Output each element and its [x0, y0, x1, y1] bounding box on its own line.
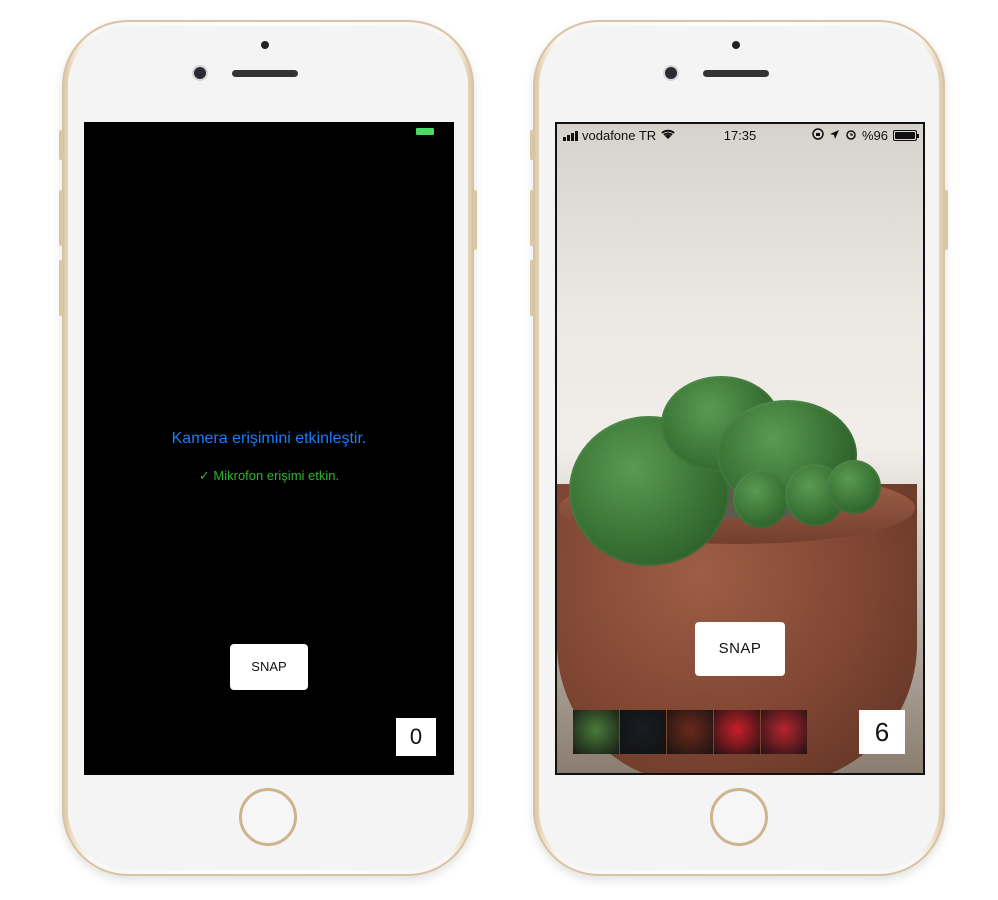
home-button[interactable] [710, 788, 768, 846]
enable-camera-link[interactable]: Kamera erişimini etkinleştir. [84, 430, 454, 448]
photo-thumbnail-turkish-flag-2[interactable] [761, 710, 807, 754]
snap-button[interactable]: SNAP [695, 622, 785, 676]
battery-percent: %96 [861, 128, 888, 143]
location-icon [829, 128, 840, 143]
volume-up-button [530, 190, 534, 246]
mute-switch [530, 130, 534, 160]
photo-thumbnail-night-light[interactable] [620, 710, 666, 754]
proximity-sensor [732, 41, 740, 49]
volume-up-button [59, 190, 63, 246]
photo-thumbnail-cactus[interactable] [573, 710, 619, 754]
snap-button[interactable]: SNAP [230, 644, 308, 690]
photo-thumbnail-turkish-flag[interactable] [714, 710, 760, 754]
cactus-small-3 [827, 460, 881, 514]
microphone-status: ✓ Mikrofon erişimi etkin. [198, 468, 340, 483]
earpiece-speaker [703, 70, 769, 77]
photo-thumbnail-tea-glass[interactable] [667, 710, 713, 754]
home-button[interactable] [239, 788, 297, 846]
power-button [473, 190, 477, 250]
photo-counter: 6 [859, 710, 905, 754]
camera-preview: vodafone TR 17:35 %96 SNAP 6 [555, 122, 925, 775]
earpiece-speaker [232, 70, 298, 77]
volume-down-button [59, 260, 63, 316]
front-camera-icon [194, 67, 206, 79]
mute-switch [59, 130, 63, 160]
front-camera-icon [665, 67, 677, 79]
volume-down-button [530, 260, 534, 316]
alarm-icon [845, 128, 857, 143]
cactus-small-1 [733, 470, 789, 528]
battery-icon [416, 128, 434, 135]
power-button [944, 190, 948, 250]
screen: Kamera erişimini etkinleştir. ✓ Mikrofon… [84, 122, 454, 775]
orientation-lock-icon [812, 128, 824, 143]
battery-icon [893, 130, 919, 141]
phone-left: Kamera erişimini etkinleştir. ✓ Mikrofon… [59, 20, 477, 876]
status-bar: vodafone TR 17:35 %96 [557, 124, 923, 148]
photo-counter: 0 [396, 718, 436, 756]
phone-right: vodafone TR 17:35 %96 SNAP 6 [530, 20, 948, 876]
proximity-sensor [261, 41, 269, 49]
thumbnail-strip [573, 710, 807, 754]
